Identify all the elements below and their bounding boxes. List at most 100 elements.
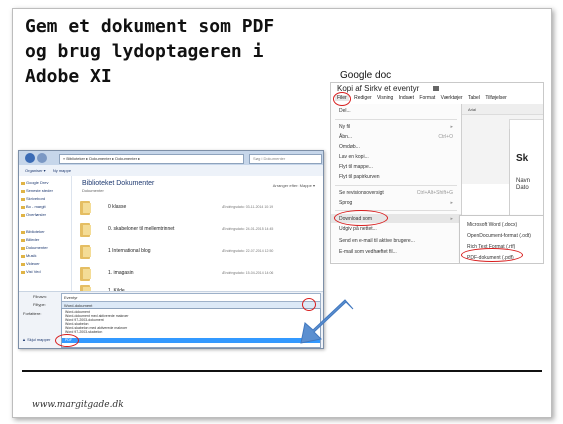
font-select[interactable]: Arial	[468, 107, 476, 112]
file-menu-email-collaborators[interactable]: Send en e-mail til aktive brugere...	[339, 238, 415, 244]
folder-row[interactable]: 0 klasse Ændringsdato: 03-11-2014 10:19	[72, 198, 323, 220]
file-menu-rename[interactable]: Omdøb...	[339, 144, 360, 150]
file-menu-open[interactable]: Åbn...	[339, 134, 352, 140]
folder-icon	[21, 214, 25, 217]
gdoc-toolbar: Arial	[462, 104, 543, 115]
gdoc-doc-title: Kopi af Sirkv et eventyr	[337, 84, 420, 93]
arrange-by-select[interactable]: Arranger efter: Mappe ▾	[273, 183, 315, 188]
folder-date: Ændringsdato: 15-04-2014 14:06	[222, 271, 274, 275]
folder-name: 1 International blog	[108, 248, 151, 254]
highlight-ring-pdf	[461, 248, 523, 262]
folder-row[interactable]: 1 International blog Ændringsdato: 22-07…	[72, 242, 323, 264]
library-title: Biblioteket Dokumenter	[82, 180, 155, 187]
footer-divider	[22, 370, 542, 372]
filename-label: Filnavn:	[33, 294, 48, 299]
highlight-ring-filer	[333, 92, 351, 106]
folder-icon	[21, 247, 25, 250]
folder-icon	[433, 86, 440, 91]
folder-icon	[21, 239, 25, 242]
folder-name: 1. imagasin	[108, 270, 134, 276]
file-menu-move[interactable]: Flyt til mappe...	[339, 164, 373, 170]
folder-row[interactable]: 0. skabeloner til mellemtrinnet Ændrings…	[72, 220, 323, 242]
folder-icon	[21, 182, 25, 185]
search-input[interactable]: Søg i Dokumenter	[249, 154, 322, 164]
organize-button[interactable]: Organiser ▾	[25, 168, 46, 173]
nav-item[interactable]: Dokumenter	[26, 245, 48, 250]
download-docx[interactable]: Microsoft Word (.docx)	[467, 222, 517, 228]
nav-item[interactable]: Bo - margit	[26, 204, 46, 209]
back-arrow-icon[interactable]	[25, 153, 35, 163]
menu-format[interactable]: Format	[419, 95, 435, 101]
filetype-label: Filtype:	[33, 302, 46, 307]
menu-indsaet[interactable]: Indsæt	[399, 95, 414, 101]
submenu-arrow: ▸	[450, 216, 453, 222]
gdoc-page-line-2: Dato	[516, 185, 529, 191]
submenu-arrow: ▸	[450, 124, 453, 130]
google-doc-label: Google doc	[340, 70, 392, 81]
folder-date: Ændringsdato: 24-01-2015 14:45	[222, 227, 274, 231]
highlight-ring-filetype	[302, 298, 316, 311]
folder-icon	[21, 198, 25, 201]
footer-url: www.margitgade.dk	[32, 400, 124, 410]
menu-divider	[335, 185, 457, 186]
file-menu-trash[interactable]: Flyt til papirkurven	[339, 174, 380, 180]
nav-item[interactable]: Biblioteker	[26, 229, 45, 234]
address-bar[interactable]: « Biblioteker ▸ Dokumenter ▸ Dokumenter …	[59, 154, 244, 164]
menu-tabel[interactable]: Tabel	[468, 95, 480, 101]
menu-vaerktoejer[interactable]: Værktøjer	[441, 95, 463, 101]
selected-option-highlight	[62, 338, 320, 343]
forward-arrow-icon[interactable]	[37, 153, 47, 163]
nav-item[interactable]: Overførsler	[26, 212, 46, 217]
menu-divider	[335, 119, 457, 120]
file-list: Biblioteket Dokumenter Dokumenter Arrang…	[72, 176, 323, 299]
submenu-arrow: ▸	[450, 200, 453, 206]
nav-item[interactable]: Seneste steder	[26, 188, 53, 193]
title-line-1: Gem et dokument som PDF	[25, 16, 275, 37]
file-menu-new[interactable]: Ny fil	[339, 124, 350, 130]
folder-icon	[21, 206, 25, 209]
new-folder-button[interactable]: Ny mappe	[53, 168, 71, 173]
folder-icon	[21, 231, 25, 234]
file-menu-email-attachment[interactable]: E-mail som vedhæftet fil...	[339, 249, 397, 255]
menu-rediger[interactable]: Rediger	[354, 95, 372, 101]
folder-icon	[21, 263, 25, 266]
nav-item[interactable]: Google Drev	[26, 180, 48, 185]
file-menu-share[interactable]: Del...	[339, 108, 351, 114]
save-dialog-screenshot: « Biblioteker ▸ Dokumenter ▸ Dokumenter …	[18, 150, 324, 349]
slide-title: Gem et dokument som PDF og brug lydoptag…	[25, 14, 325, 89]
file-menu-revisions[interactable]: Se revisionsoversigt	[339, 190, 384, 196]
folder-icon	[21, 255, 25, 258]
menu-tilfoejelser[interactable]: Tilføjelser	[485, 95, 506, 101]
folder-name: 0 klasse	[108, 204, 127, 210]
folder-icon	[21, 190, 25, 193]
folder-icon	[80, 201, 91, 215]
menu-visning[interactable]: Visning	[377, 95, 393, 101]
slide: Gem et dokument som PDF og brug lydoptag…	[0, 0, 563, 424]
title-line-3: Adobe XI	[25, 66, 112, 87]
nav-item[interactable]: Videoer	[26, 261, 40, 266]
file-menu: Del... Ny fil ▸ Åbn... Ctrl+O Omdøb... L…	[331, 104, 462, 262]
shortcut-revisions: Ctrl+Alt+Shift+G	[416, 190, 453, 196]
gdoc-page-heading: Sk	[516, 153, 529, 164]
folder-icon	[80, 267, 91, 281]
gdoc-title: Kopi af Sirkv et eventyr	[337, 84, 440, 93]
nav-item[interactable]: Skrivebord	[26, 196, 45, 201]
filetype-options: Word-dokument Word-dokument med aktivere…	[61, 308, 321, 348]
folder-icon	[21, 271, 25, 274]
folder-icon	[80, 245, 91, 259]
download-odt[interactable]: OpenDocument-format (.odt)	[467, 233, 531, 239]
gdoc-page-line-1: Navn	[516, 178, 531, 184]
library-subtitle: Dokumenter	[82, 188, 104, 193]
nav-item[interactable]: Musik	[26, 253, 36, 258]
nav-item[interactable]: Vist Ved	[26, 269, 41, 274]
gdoc-menubar: Filer Rediger Visning Indsæt Format Værk…	[331, 95, 543, 104]
file-menu-copy[interactable]: Lav en kopi...	[339, 154, 369, 160]
folder-name: 0. skabeloner til mellemtrinnet	[108, 226, 175, 232]
file-menu-publish[interactable]: Udgiv på nettet...	[339, 226, 377, 232]
authors-label: Forfattere:	[23, 311, 42, 316]
file-menu-language[interactable]: Sprog	[339, 200, 352, 206]
google-doc-screenshot: Kopi af Sirkv et eventyr Filer Rediger V…	[330, 82, 544, 264]
highlight-ring-download	[334, 210, 388, 226]
nav-item[interactable]: Billeder	[26, 237, 39, 242]
hide-folders-button[interactable]: ▲ Skjul mapper	[22, 337, 50, 342]
